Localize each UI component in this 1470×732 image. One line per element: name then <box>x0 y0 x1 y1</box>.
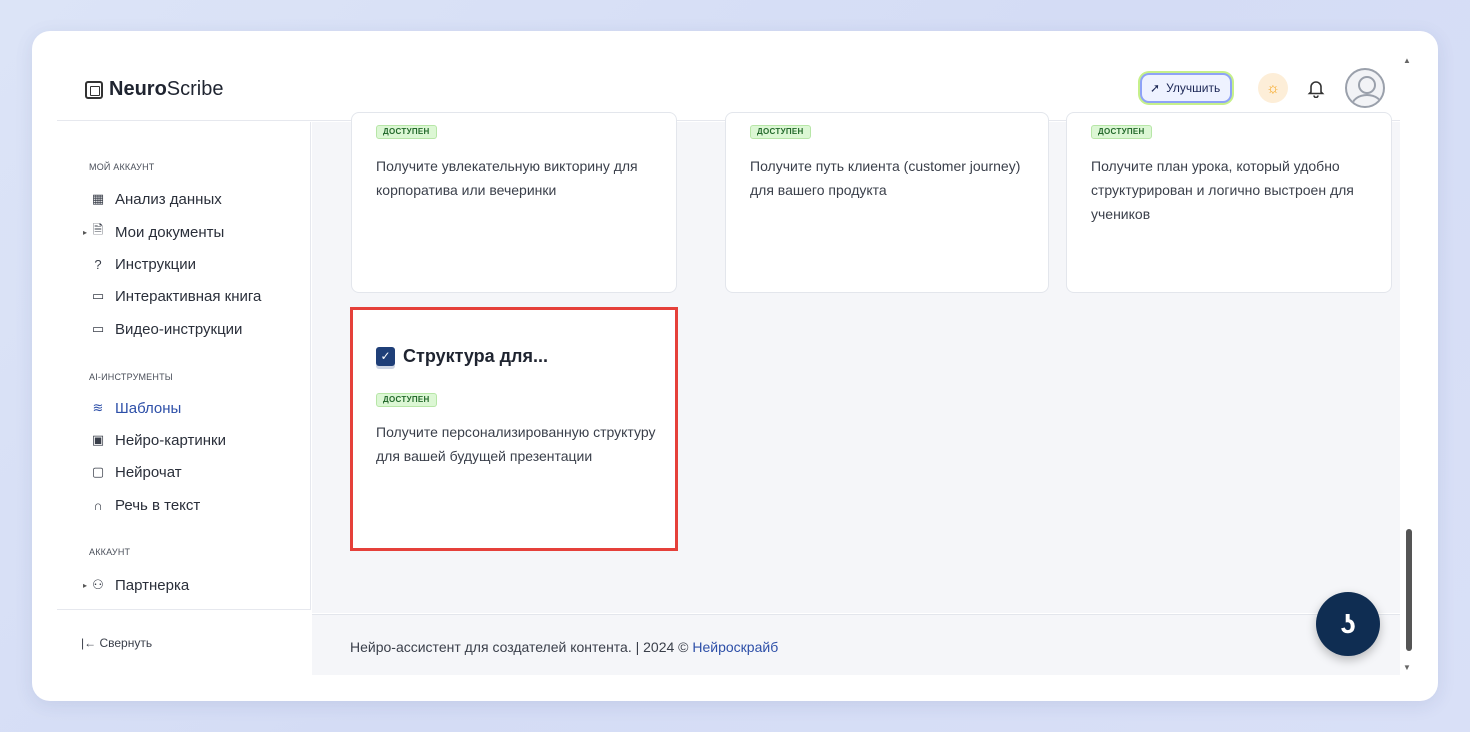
notification-bell-icon[interactable] <box>1305 75 1327 101</box>
sidebar-item-my-documents[interactable]: ▸ 🗎 Мои документы <box>83 221 224 243</box>
template-card-quiz[interactable]: ДОСТУПЕН Получите увлекательную викторин… <box>351 112 677 293</box>
sidebar-item-video-instructions[interactable]: ▭ Видео-инструкции <box>89 318 243 340</box>
footer-link[interactable]: Нейроскрайб <box>692 639 778 655</box>
sidebar-item-neurochat[interactable]: ▢ Нейрочат <box>89 461 182 483</box>
status-badge: ДОСТУПЕН <box>376 393 437 407</box>
logo[interactable]: NeuroScribe <box>85 78 224 101</box>
card-description: Получите план урока, который удобно стру… <box>1091 158 1354 222</box>
video-icon: ▭ <box>91 321 105 336</box>
scroll-up-arrow-icon[interactable]: ▲ <box>1403 56 1411 65</box>
card-title: ✓ Структура для... <box>376 346 548 367</box>
users-icon: ⚇ <box>92 577 104 592</box>
footer: Нейро-ассистент для создателей контента.… <box>312 614 1400 675</box>
sidebar-item-interactive-book[interactable]: ▭ Интерактивная книга <box>89 285 262 307</box>
user-avatar[interactable] <box>1345 68 1385 108</box>
template-card-customer-journey[interactable]: ДОСТУПЕН Получите путь клиента (customer… <box>725 112 1049 293</box>
section-my-account: МОЙ АККАУНТ <box>89 162 155 172</box>
scroll-down-arrow-icon[interactable]: ▼ <box>1403 663 1411 672</box>
upgrade-label: Улучшить <box>1166 81 1221 95</box>
sidebar-item-partner[interactable]: ▸ ⚇ Партнерка <box>83 574 189 596</box>
template-card-presentation-structure[interactable]: ✓ Структура для... ДОСТУПЕН Получите пер… <box>351 309 677 550</box>
sidebar-item-neuro-images[interactable]: ▣ Нейро-картинки <box>89 429 226 451</box>
scroll-thumb[interactable] <box>1406 529 1412 651</box>
chat-icon: ▢ <box>91 464 105 479</box>
document-icon: 🗎 <box>92 222 104 237</box>
sidebar-item-templates[interactable]: ≋ Шаблоны <box>89 397 182 419</box>
sidebar-item-instructions[interactable]: ? Инструкции <box>89 253 196 275</box>
checkbox-icon: ✓ <box>376 347 395 366</box>
logo-bold: Neuro <box>109 78 167 100</box>
caret-right-icon: ▸ <box>83 580 88 590</box>
caret-right-icon: ▸ <box>83 227 88 237</box>
footer-text: Нейро-ассистент для создателей контента.… <box>350 639 779 655</box>
page-scrollbar[interactable]: ▲ ▼ <box>1401 56 1415 672</box>
card-description: Получите увлекательную викторину для кор… <box>376 158 638 198</box>
template-card-lesson-plan[interactable]: ДОСТУПЕН Получите план урока, который уд… <box>1066 112 1392 293</box>
templates-grid: ДОСТУПЕН Получите увлекательную викторин… <box>312 112 1400 613</box>
sidebar-item-speech-to-text[interactable]: ∩ Речь в текст <box>89 494 200 516</box>
top-header: NeuroScribe ➚ Улучшить ☼ <box>57 31 1400 121</box>
theme-toggle-sun-icon[interactable]: ☼ <box>1258 73 1288 103</box>
sidebar-item-data-analysis[interactable]: ▦ Анализ данных <box>89 188 222 210</box>
card-description: Получите персонализированную структуру д… <box>376 424 656 464</box>
upgrade-button[interactable]: ➚ Улучшить <box>1140 73 1233 103</box>
image-icon: ▣ <box>91 432 105 447</box>
book-icon: ▭ <box>91 288 105 303</box>
collapse-sidebar-button[interactable]: |← Свернуть <box>81 636 152 650</box>
card-description: Получите путь клиента (customer journey)… <box>750 158 1021 198</box>
status-badge: ДОСТУПЕН <box>1091 125 1152 139</box>
section-account: АККАУНТ <box>89 547 131 557</box>
status-badge: ДОСТУПЕН <box>750 125 811 139</box>
status-badge: ДОСТУПЕН <box>376 125 437 139</box>
grid-icon: ▦ <box>91 191 105 206</box>
assistant-logo-icon: ʖ <box>1340 608 1356 639</box>
headphones-icon: ∩ <box>93 497 103 513</box>
logo-rest: Scribe <box>166 78 224 100</box>
app-window: NeuroScribe ➚ Улучшить ☼ МОЙ АККАУНТ ▦ А… <box>32 31 1438 701</box>
layers-icon: ≋ <box>92 400 104 415</box>
assistant-chat-button[interactable]: ʖ <box>1316 592 1380 656</box>
sidebar: МОЙ АККАУНТ ▦ Анализ данных ▸ 🗎 Мои доку… <box>57 122 311 675</box>
sidebar-collapse-area: |← Свернуть <box>57 609 311 675</box>
rocket-icon: ➚ <box>1150 81 1161 95</box>
logo-icon <box>85 80 103 99</box>
help-circle-icon: ? <box>94 256 102 272</box>
section-ai-tools: AI-ИНСТРУМЕНТЫ <box>89 372 173 382</box>
